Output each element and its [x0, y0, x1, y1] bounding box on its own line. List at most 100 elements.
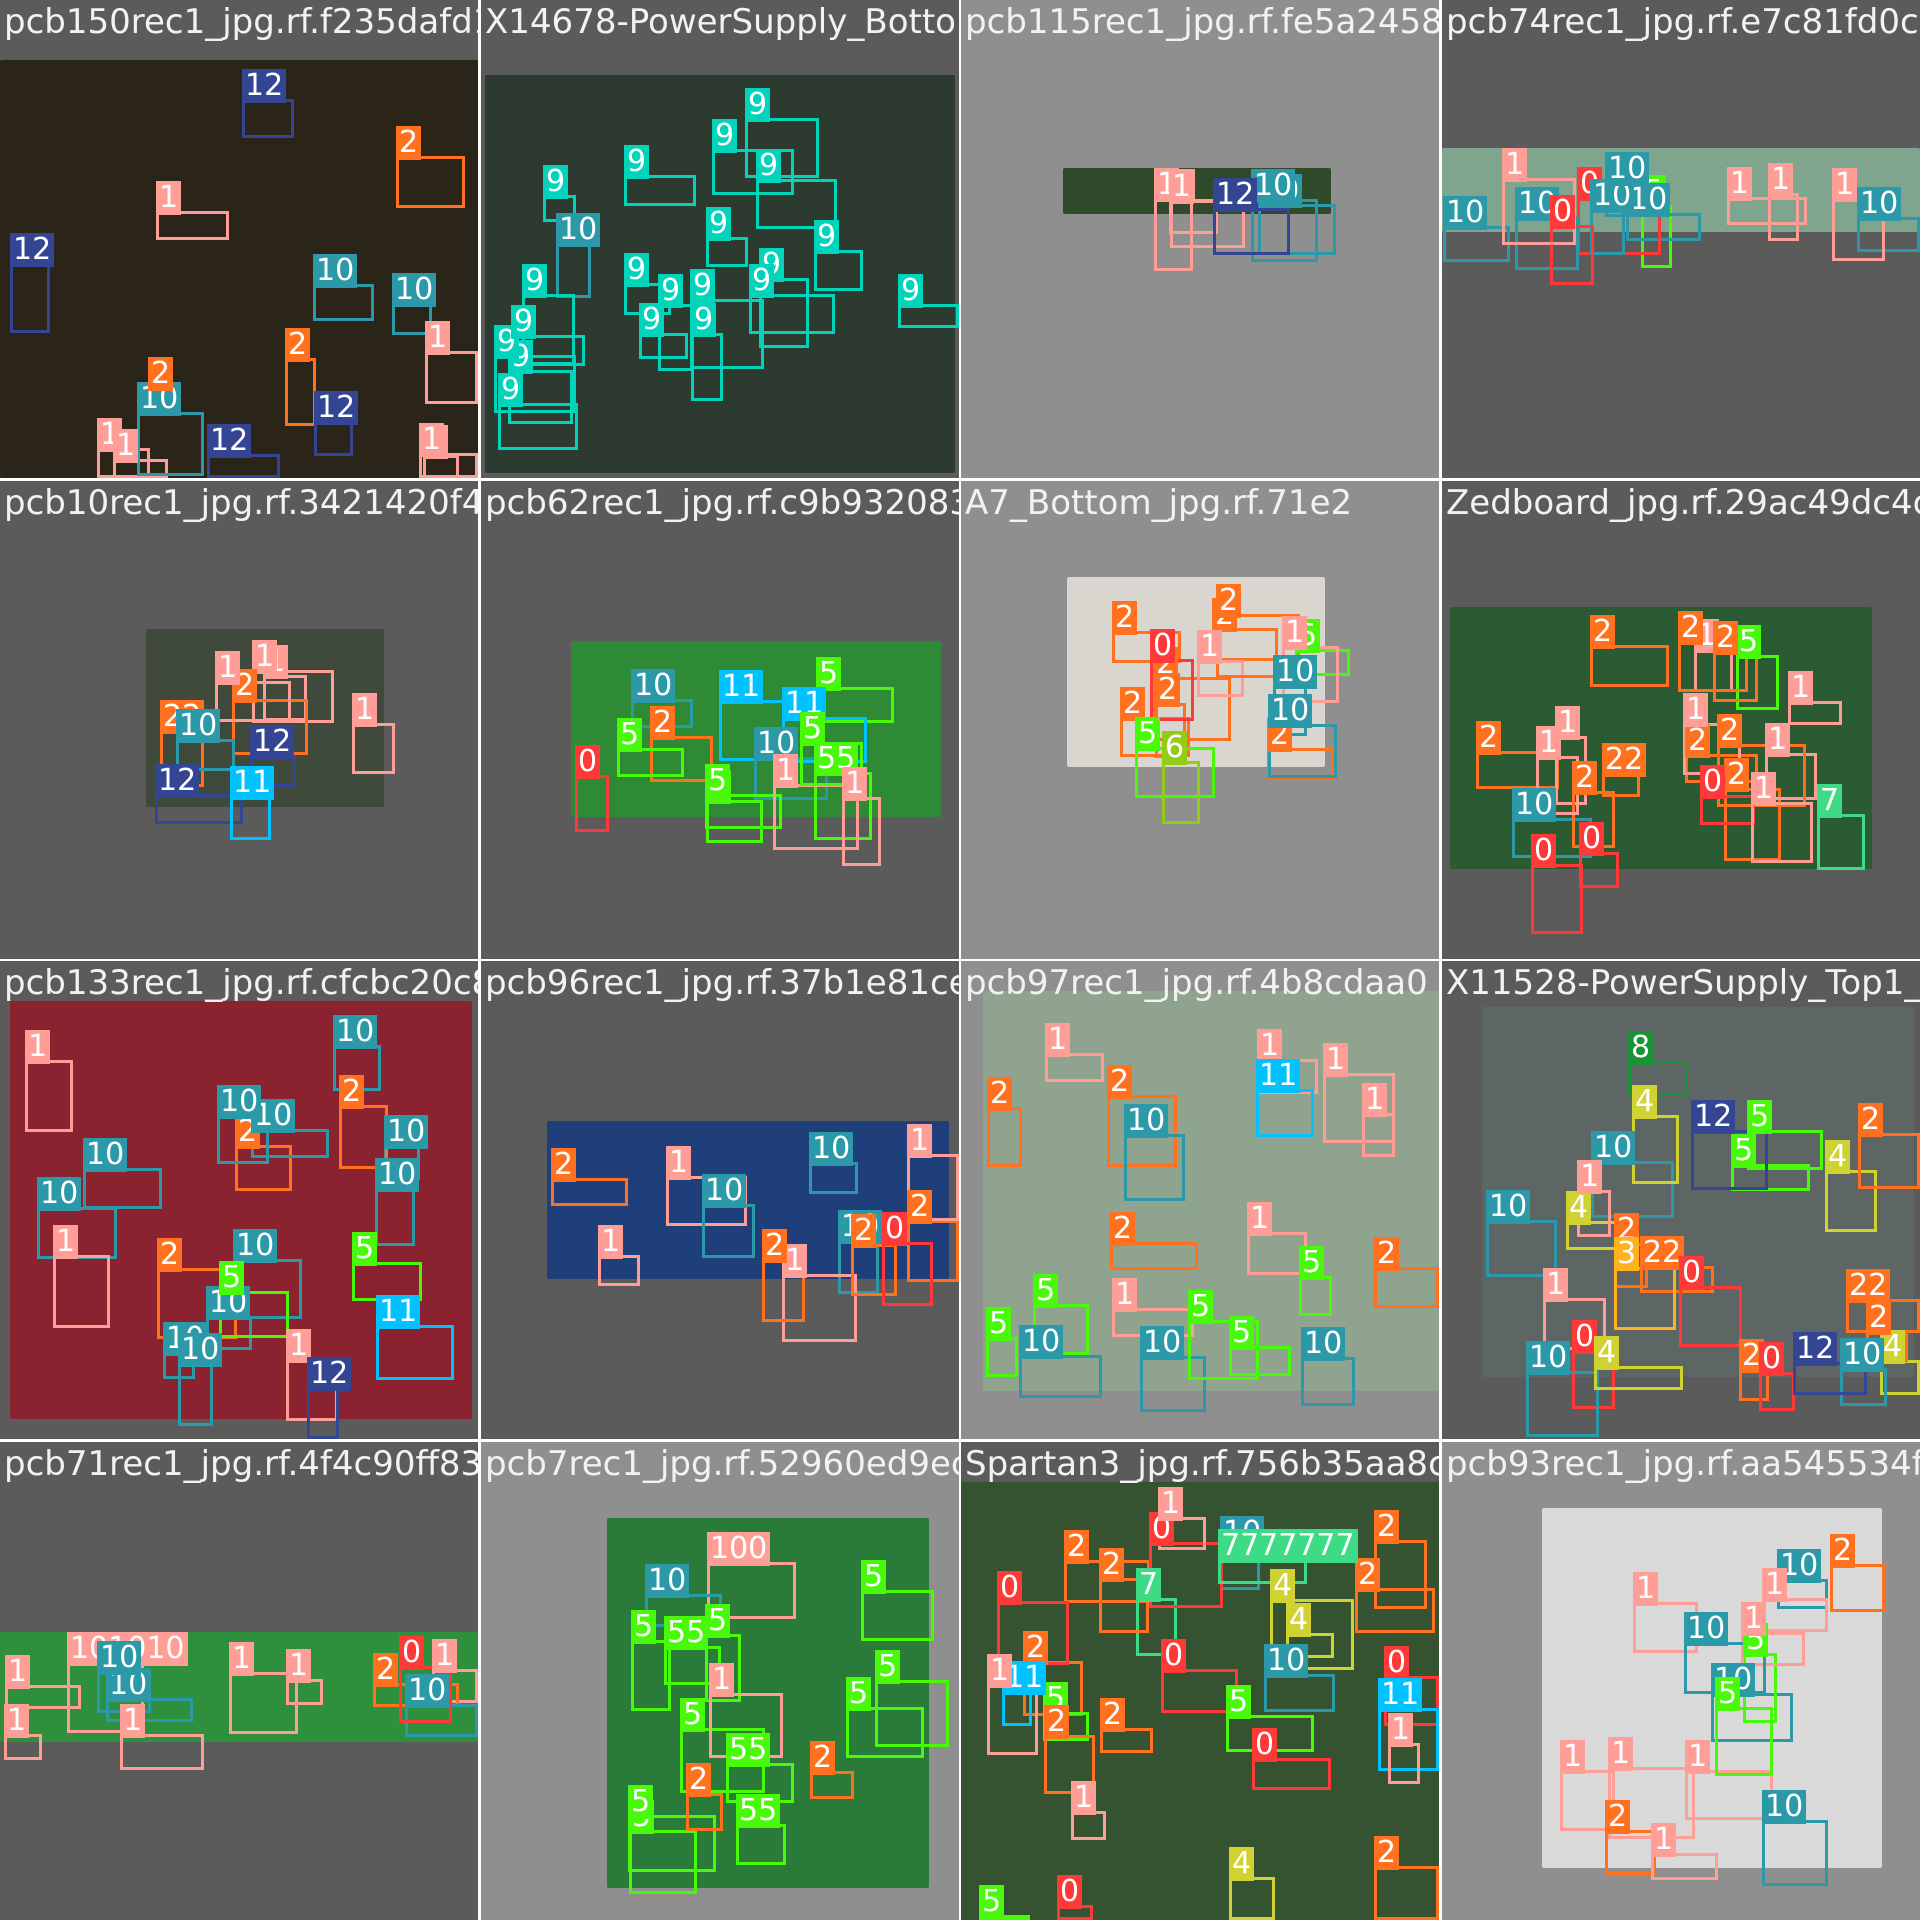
tile-caption: pcb115rec1_jpg.rf.fe5a2458	[965, 2, 1439, 42]
bounding-box	[396, 156, 465, 208]
class-label: 10	[1840, 1338, 1885, 1372]
tile-1: pcb150rec1_jpg.rf.f235dafd1 1 1 12 2 12 10 1 10 1…	[0, 0, 478, 478]
class-label: 1	[709, 1663, 735, 1697]
class-label: 1	[1560, 1740, 1586, 1774]
class-label: 5	[628, 1785, 654, 1819]
tile-9: pcb133rec1_jpg.rf.cfcbc20c8 10 2 2 2 10 10 10 10…	[0, 961, 478, 1439]
bounding-box	[1700, 795, 1755, 825]
class-label: 12	[155, 764, 200, 798]
class-label: 2	[1355, 1558, 1381, 1592]
class-label: 3	[1614, 1237, 1640, 1271]
class-label: 1	[1536, 726, 1562, 760]
class-label: 10	[375, 1158, 420, 1192]
class-label: 9	[624, 253, 650, 287]
class-label: 12	[1691, 1100, 1736, 1134]
class-label: 2	[1044, 1705, 1070, 1739]
tile-6: pcb62rec1_jpg.rf.c9b93208351051002555111…	[481, 481, 959, 959]
class-label: 5	[219, 1261, 245, 1295]
class-label: 2	[1476, 721, 1502, 755]
class-label: 2	[907, 1190, 933, 1224]
class-label: 2	[1110, 1212, 1136, 1246]
bounding-box	[230, 796, 271, 840]
class-label: 55	[736, 1794, 781, 1828]
bounding-box	[1691, 1130, 1768, 1190]
class-label: 10	[176, 709, 221, 743]
class-label: 4	[1825, 1140, 1851, 1174]
tile-5: pcb10rec1_jpg.rf.3421420f411222101211121…	[0, 481, 478, 959]
class-label: 1	[907, 1124, 933, 1158]
class-label: 1	[432, 1639, 458, 1673]
bounding-box	[736, 1824, 786, 1865]
bounding-box	[10, 263, 50, 333]
bounding-box	[1256, 1089, 1314, 1137]
class-label: 1	[1727, 167, 1753, 201]
class-label: 9	[691, 303, 717, 337]
class-label: 2	[1374, 1836, 1400, 1870]
class-label: 12	[207, 424, 252, 458]
class-label: 9	[749, 264, 775, 298]
bounding-box	[1614, 1267, 1676, 1330]
class-label: 1	[1388, 1713, 1414, 1747]
class-label: 1	[352, 693, 378, 727]
class-label: 5	[1715, 1677, 1741, 1711]
class-label: 1	[1608, 1737, 1634, 1771]
tile-13: pcb71rec1_jpg.rf.4f4c90ff831011111110101…	[0, 1442, 478, 1920]
class-label: 11	[376, 1295, 421, 1329]
bounding-box	[842, 797, 881, 866]
class-label: 1	[1045, 1023, 1071, 1057]
class-label: 0	[1531, 834, 1557, 868]
class-label: 2	[1572, 761, 1598, 795]
class-label: 1	[229, 1642, 255, 1676]
class-label: 10	[333, 1015, 378, 1049]
class-label: 9	[745, 88, 771, 122]
class-label: 1	[1685, 1740, 1711, 1774]
bounding-box	[120, 1734, 204, 1770]
bounding-box	[1045, 1053, 1104, 1082]
tile-caption: pcb62rec1_jpg.rf.c9b932083	[485, 483, 959, 523]
bounding-box	[25, 1060, 73, 1132]
class-label: 1	[1112, 1278, 1138, 1312]
bounding-box	[156, 211, 229, 240]
tile-15: Spartan3_jpg.rf.756b35aa8c22254221054070…	[961, 1442, 1439, 1920]
class-label: 10	[556, 213, 601, 247]
bounding-box	[1830, 1564, 1885, 1612]
class-label: 2	[157, 1238, 183, 1272]
tile-caption: pcb97rec1_jpg.rf.4b8cdaa0	[965, 963, 1428, 1003]
bounding-box	[242, 99, 294, 138]
bounding-box	[376, 1325, 454, 1380]
bounding-box	[137, 412, 204, 476]
class-label: 10	[1486, 1190, 1531, 1224]
class-label: 1	[53, 1225, 79, 1259]
class-label: 2	[1678, 611, 1704, 645]
class-label: 5	[617, 718, 643, 752]
class-label: 10	[702, 1174, 747, 1208]
tile-caption: pcb10rec1_jpg.rf.3421420f4	[4, 483, 478, 523]
class-label: 9	[706, 207, 732, 241]
bounding-box	[617, 748, 684, 777]
tile-10: pcb96rec1_jpg.rf.37b1e81ce10101110222210…	[481, 961, 959, 1439]
class-label: 9	[511, 305, 537, 339]
class-label: 10	[405, 1674, 450, 1708]
class-label: 5	[1747, 1100, 1773, 1134]
class-label: 5	[979, 1885, 1005, 1919]
tile-caption: pcb150rec1_jpg.rf.f235dafd1	[4, 2, 478, 42]
bounding-box	[498, 403, 578, 450]
bounding-box	[1759, 1372, 1795, 1411]
tile-caption: pcb93rec1_jpg.rf.aa545534f	[1446, 1444, 1920, 1484]
class-label: 2	[339, 1075, 365, 1109]
class-label: 9	[898, 274, 924, 308]
bounding-box	[882, 1242, 933, 1306]
class-label: 8	[1628, 1031, 1654, 1065]
class-label: 2	[987, 1077, 1013, 1111]
class-label: 2	[1216, 584, 1242, 618]
class-label: 10	[1273, 655, 1318, 689]
class-label: 1	[1169, 170, 1195, 204]
bounding-box	[1019, 1355, 1102, 1398]
class-label: 4	[1229, 1847, 1255, 1881]
tile-caption: X14678-PowerSupply_Bottom2_	[485, 2, 959, 42]
class-label: 1	[156, 181, 182, 215]
class-label: 1	[1741, 1602, 1767, 1636]
tile-16: pcb93rec1_jpg.rf.aa545534f10211101110525…	[1442, 1442, 1920, 1920]
bounding-box	[53, 1255, 110, 1328]
class-label: 1	[1071, 1781, 1097, 1815]
